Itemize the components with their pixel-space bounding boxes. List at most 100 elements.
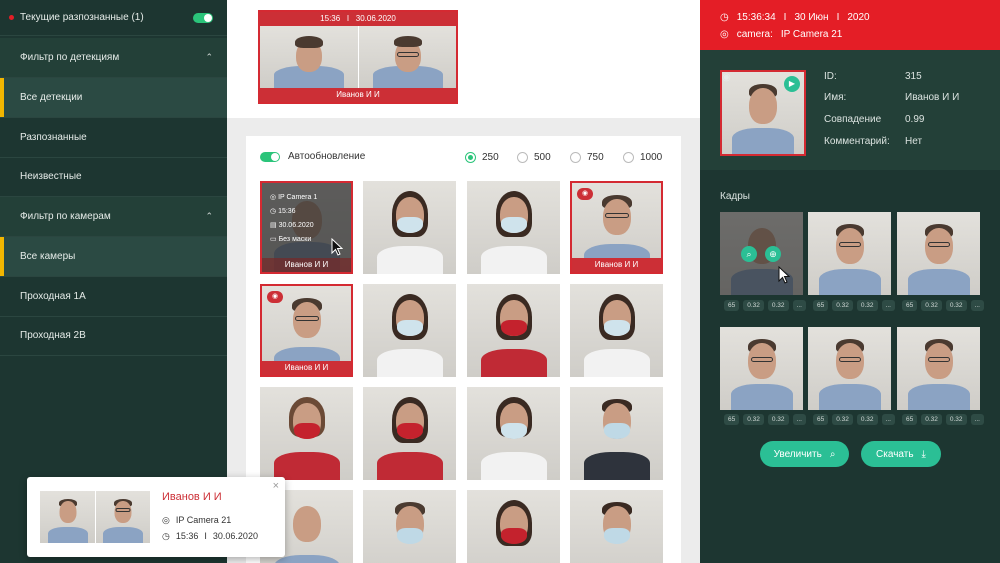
sidebar-item-recognized[interactable]: Разпознанные: [0, 118, 227, 158]
detection-tile[interactable]: ◉ Иванов И И: [260, 284, 353, 377]
detection-tile[interactable]: [570, 387, 663, 480]
metric-chip: 65: [724, 300, 740, 311]
frame-thumbnail[interactable]: [808, 327, 891, 410]
metric-chip: 0.32: [856, 300, 878, 311]
frame-thumbnail[interactable]: [897, 212, 980, 295]
name-value: Иванов И И: [905, 92, 960, 103]
detection-tile[interactable]: ◉ Иванов И И: [570, 181, 663, 274]
frame-thumbnail[interactable]: [897, 327, 980, 410]
metric-chip: ...: [970, 414, 984, 425]
event-camera: ◎ camera: IP Camera 21: [720, 29, 842, 40]
detection-tile[interactable]: [467, 490, 560, 563]
cursor-icon: [778, 266, 790, 284]
detection-tile[interactable]: [363, 181, 456, 274]
frame-thumbnail[interactable]: ⌕ ⊕: [720, 212, 803, 295]
count-radio-500[interactable]: 500: [517, 152, 551, 163]
match-label: Совпадение: [824, 114, 882, 125]
metric-chip: 0.32: [743, 414, 764, 425]
event-detail-panel: ◷ 15:36:34 I 30 Июн I 2020 ◎ camera: IP …: [700, 0, 1000, 563]
autoupdate-control[interactable]: Автообновление: [260, 151, 365, 162]
play-icon[interactable]: ▶: [784, 76, 800, 92]
current-recognized-label: Текущие разпознанные (1): [20, 12, 144, 23]
frames-title: Кадры: [720, 191, 750, 202]
chevron-up-icon: ⌃: [205, 211, 213, 221]
download-frame-icon[interactable]: ⊕: [765, 246, 781, 262]
download-button[interactable]: Скачать ⤓: [861, 441, 941, 467]
frame-metrics: 65 0.32 0.32 ...: [813, 414, 895, 425]
face-photo: [260, 26, 358, 88]
detection-tile[interactable]: [363, 387, 456, 480]
count-radio-250[interactable]: 250: [465, 152, 499, 163]
detection-filter-header[interactable]: Фильтр по детекциям ⌃: [0, 38, 227, 78]
detection-tile[interactable]: [363, 284, 456, 377]
count-radio-750[interactable]: 750: [570, 152, 604, 163]
toast-date: 30.06.2020: [212, 531, 258, 541]
chevron-up-icon: ⌃: [205, 52, 213, 62]
face-photo: [358, 26, 456, 88]
clock-icon: ◷: [270, 208, 277, 215]
metric-chip: ...: [792, 300, 806, 311]
autoupdate-toggle[interactable]: [260, 151, 280, 162]
overlay-camera: ◎ IP Camera 1: [270, 193, 343, 201]
camera-filter-label: Фильтр по камерам: [20, 211, 111, 222]
detection-tile[interactable]: [260, 387, 353, 480]
sidebar-item-label: Проходная 1А: [20, 291, 86, 302]
recognition-card-header: 15:36 I 30.06.2020: [260, 12, 456, 26]
overlay-time-text: 15:36: [278, 208, 296, 215]
card-date: 30.06.2020: [355, 14, 396, 23]
event-datetime: ◷ 15:36:34 I 30 Июн I 2020: [720, 12, 870, 23]
metric-chip: 65: [902, 414, 918, 425]
sidebar-item-all-detections[interactable]: Все детекции: [0, 78, 227, 118]
sidebar-item-unknown[interactable]: Неизвестные: [0, 157, 227, 197]
current-recognized-row[interactable]: Текущие разпознанные (1): [0, 0, 227, 36]
count-radio-1000[interactable]: 1000: [623, 152, 662, 163]
comment-label: Комментарий:: [824, 136, 890, 147]
metric-chip: 0.32: [945, 300, 967, 311]
tile-name: Иванов И И: [262, 258, 351, 272]
close-icon[interactable]: ×: [273, 480, 279, 492]
radio-label: 250: [482, 152, 499, 163]
recognition-notification[interactable]: Иванов И И ◎ IP Camera 21 ◷ 15:36 I 30.0…: [27, 477, 285, 557]
card-time: 15:36: [320, 14, 341, 23]
frame-thumbnail[interactable]: [720, 327, 803, 410]
camera-label: camera:: [736, 29, 773, 40]
detection-tile[interactable]: [467, 284, 560, 377]
frame-thumbnail[interactable]: [808, 212, 891, 295]
sidebar-item-all-cameras[interactable]: Все камеры: [0, 237, 227, 277]
camera-icon: ◎: [270, 194, 277, 201]
autoupdate-label: Автообновление: [288, 151, 366, 162]
radio-label: 750: [587, 152, 604, 163]
detection-tile[interactable]: [467, 387, 560, 480]
event-time: 15:36:34: [736, 12, 776, 23]
zoom-frame-icon[interactable]: ⌕: [741, 246, 757, 262]
person-photo[interactable]: ◉ ▶: [720, 70, 806, 156]
recognition-card-area: 15:36 I 30.06.2020 Иванов И И: [227, 0, 700, 118]
toast-camera: ◎ IP Camera 21: [162, 515, 231, 526]
current-recognized-toggle[interactable]: [193, 13, 213, 23]
detection-tile[interactable]: [570, 490, 663, 563]
event-separator: I: [783, 12, 787, 23]
detection-tile[interactable]: ◎ IP Camera 1 ◷ 15:36 ▤ 30.06.2020 ▭ Без…: [260, 181, 353, 274]
camera-filter-header[interactable]: Фильтр по камерам ⌃: [0, 197, 227, 237]
sidebar-item-gate-2b[interactable]: Проходная 2В: [0, 316, 227, 356]
recognition-card-name: Иванов И И: [260, 88, 456, 102]
sidebar-item-label: Неизвестные: [20, 171, 82, 182]
metric-chip: ...: [881, 414, 895, 425]
recognition-card[interactable]: 15:36 I 30.06.2020 Иванов И И: [258, 10, 458, 104]
metric-chip: 0.32: [767, 414, 789, 425]
event-day: 30 Июн: [794, 12, 829, 23]
frame-metrics: 65 0.32 0.32 ...: [724, 414, 806, 425]
match-value: 0.99: [905, 114, 925, 125]
id-value: 315: [905, 71, 922, 82]
detection-tile[interactable]: [363, 490, 456, 563]
radio-icon: [623, 152, 634, 163]
sidebar-item-gate-1a[interactable]: Проходная 1А: [0, 277, 227, 317]
metric-chip: ...: [881, 300, 895, 311]
zoom-button[interactable]: Увеличить ⌕: [760, 441, 849, 467]
metric-chip: 65: [902, 300, 918, 311]
overlay-camera-text: IP Camera 1: [278, 194, 318, 201]
center-area: 15:36 I 30.06.2020 Иванов И И Автообновл…: [227, 0, 700, 563]
detection-tile[interactable]: [570, 284, 663, 377]
detection-tile[interactable]: [467, 181, 560, 274]
radio-icon: [517, 152, 528, 163]
